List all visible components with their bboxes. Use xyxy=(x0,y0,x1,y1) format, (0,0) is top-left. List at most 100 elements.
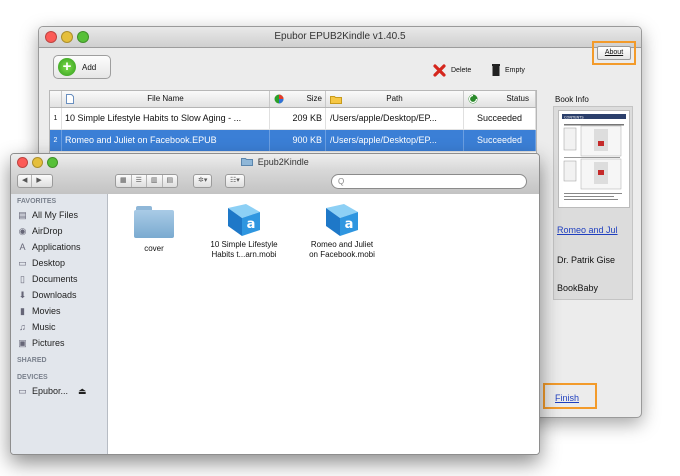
finder-window: Epub2Kindle ◀ ▶ ▦ ☰ ▥ ▤ ✲▾ ☷▾ Q FAVORITES ▤ A… xyxy=(10,153,540,455)
col-path[interactable]: Path xyxy=(326,91,464,107)
finder-zoom-button[interactable] xyxy=(47,157,58,168)
search-input[interactable]: Q xyxy=(331,174,527,189)
file-item-cover[interactable]: cover xyxy=(114,206,194,254)
close-button[interactable] xyxy=(45,31,57,43)
table-header: File Name Size Path Status xyxy=(50,91,536,108)
sidebar-item-movies[interactable]: ▮ Movies xyxy=(11,303,107,319)
action-menu-button[interactable]: ✲▾ xyxy=(193,174,213,188)
finish-link[interactable]: Finish xyxy=(543,383,597,409)
list-view-icon[interactable]: ☰ xyxy=(132,175,147,187)
book-title-link[interactable]: Romeo and Jul xyxy=(557,225,618,235)
sidebar-item-label: Epubor... xyxy=(32,386,69,396)
sidebar-item-label: All My Files xyxy=(32,210,79,220)
row-number: 1 xyxy=(50,108,62,129)
col-file-name[interactable]: File Name xyxy=(62,91,270,107)
mobi-book-icon: a xyxy=(322,202,362,238)
about-button[interactable]: About xyxy=(597,46,631,60)
zoom-button[interactable] xyxy=(77,31,89,43)
pictures-icon: ▣ xyxy=(18,338,27,348)
row-status: Succeeded xyxy=(464,130,536,151)
folder-icon xyxy=(134,206,174,238)
finder-sidebar: FAVORITES ▤ All My Files ◉ AirDrop A Applic… xyxy=(11,194,108,454)
col-path-label: Path xyxy=(386,94,403,103)
table-row-selected[interactable]: 2 Romeo and Juliet on Facebook.EPUB 900 … xyxy=(50,130,536,152)
gear-icon: ✲▾ xyxy=(198,177,208,184)
back-arrow-icon[interactable]: ◀ xyxy=(18,175,33,187)
row-path: /Users/apple/Desktop/EP... xyxy=(326,108,464,129)
status-icon xyxy=(468,94,478,104)
applications-icon: A xyxy=(19,242,26,252)
minimize-button[interactable] xyxy=(61,31,73,43)
sidebar-item-label: Pictures xyxy=(32,338,65,348)
music-icon: ♫ xyxy=(19,322,26,332)
row-file-name: Romeo and Juliet on Facebook.EPUB xyxy=(62,130,270,151)
col-status[interactable]: Status xyxy=(464,91,536,107)
desktop-icon: ▭ xyxy=(18,258,27,268)
sidebar-item-pictures[interactable]: ▣ Pictures xyxy=(11,335,107,351)
sidebar-item-epubor-device[interactable]: ▭ Epubor... ⏏ xyxy=(11,383,107,399)
main-titlebar: Epubor EPUB2Kindle v1.40.5 xyxy=(39,27,641,48)
mobi-book-icon: a xyxy=(224,202,264,238)
row-status: Succeeded xyxy=(464,108,536,129)
col-size[interactable]: Size xyxy=(270,91,326,107)
book-publisher: BookBaby xyxy=(557,283,599,293)
row-number: 2 xyxy=(50,130,62,151)
empty-button[interactable]: Empty xyxy=(491,63,525,77)
sidebar-item-all-my-files[interactable]: ▤ All My Files xyxy=(11,207,107,223)
col-size-label: Size xyxy=(306,94,322,103)
eject-icon[interactable]: ⏏ xyxy=(78,383,87,399)
pie-icon xyxy=(274,94,284,104)
delete-button[interactable]: Delete xyxy=(433,63,471,77)
file-item-mobi[interactable]: a Romeo and Juliet on Facebook.mobi xyxy=(302,202,382,260)
devices-header: DEVICES xyxy=(17,374,48,381)
svg-text:a: a xyxy=(247,217,256,232)
finder-minimize-button[interactable] xyxy=(32,157,43,168)
favorites-header: FAVORITES xyxy=(17,198,57,205)
sidebar-item-downloads[interactable]: ⬇ Downloads xyxy=(11,287,107,303)
file-item-mobi[interactable]: a 10 Simple Lifestyle Habits t...arn.mob… xyxy=(204,202,284,260)
sidebar-item-music[interactable]: ♫ Music xyxy=(11,319,107,335)
movies-icon: ▮ xyxy=(20,306,25,316)
sidebar-item-applications[interactable]: A Applications xyxy=(11,239,107,255)
add-label: Add xyxy=(82,62,97,72)
empty-label: Empty xyxy=(505,66,525,74)
sidebar-item-label: Applications xyxy=(32,242,81,252)
sidebar-item-desktop[interactable]: ▭ Desktop xyxy=(11,255,107,271)
disk-icon: ▭ xyxy=(18,386,27,396)
sidebar-item-documents[interactable]: ▯ Documents xyxy=(11,271,107,287)
coverflow-view-icon[interactable]: ▤ xyxy=(163,175,178,187)
window-controls xyxy=(45,31,89,43)
file-icon xyxy=(66,94,74,104)
col-file-name-label: File Name xyxy=(147,94,184,103)
row-size: 209 KB xyxy=(270,108,326,129)
finder-window-controls xyxy=(17,157,58,168)
table-row[interactable]: 1 10 Simple Lifestyle Habits to Slow Agi… xyxy=(50,108,536,130)
icon-view-icon[interactable]: ▦ xyxy=(116,175,132,187)
sidebar-item-label: Music xyxy=(32,322,56,332)
add-button[interactable]: + Add xyxy=(53,55,111,79)
file-name-line2: on Facebook.mobi xyxy=(309,250,375,259)
all-files-icon: ▤ xyxy=(18,210,27,220)
finder-toolbar: ◀ ▶ ▦ ☰ ▥ ▤ ✲▾ ☷▾ Q xyxy=(11,170,539,195)
sidebar-item-airdrop[interactable]: ◉ AirDrop xyxy=(11,223,107,239)
arrange-menu-button[interactable]: ☷▾ xyxy=(225,174,245,188)
row-path: /Users/apple/Desktop/EP... xyxy=(326,130,464,151)
sidebar-item-label: AirDrop xyxy=(32,226,63,236)
finder-close-button[interactable] xyxy=(17,157,28,168)
folder-title-icon xyxy=(241,158,254,166)
airdrop-icon: ◉ xyxy=(18,226,27,236)
arrange-icon: ☷▾ xyxy=(230,177,240,184)
back-forward-buttons[interactable]: ◀ ▶ xyxy=(17,174,53,188)
file-name-line1: Romeo and Juliet xyxy=(310,240,374,249)
col-number xyxy=(50,91,62,107)
book-cover-image: CONTENTS xyxy=(558,110,630,208)
plus-icon: + xyxy=(58,58,76,76)
sidebar-item-label: Downloads xyxy=(32,290,77,300)
finder-title: Epub2Kindle xyxy=(257,157,309,167)
window-title: Epubor EPUB2Kindle v1.40.5 xyxy=(274,31,406,42)
view-mode-buttons[interactable]: ▦ ☰ ▥ ▤ xyxy=(115,174,179,188)
cover-thumbnail-icon: CONTENTS xyxy=(562,114,626,200)
sidebar-item-label: Movies xyxy=(32,306,61,316)
column-view-icon[interactable]: ▥ xyxy=(147,175,163,187)
forward-arrow-icon[interactable]: ▶ xyxy=(32,175,45,187)
